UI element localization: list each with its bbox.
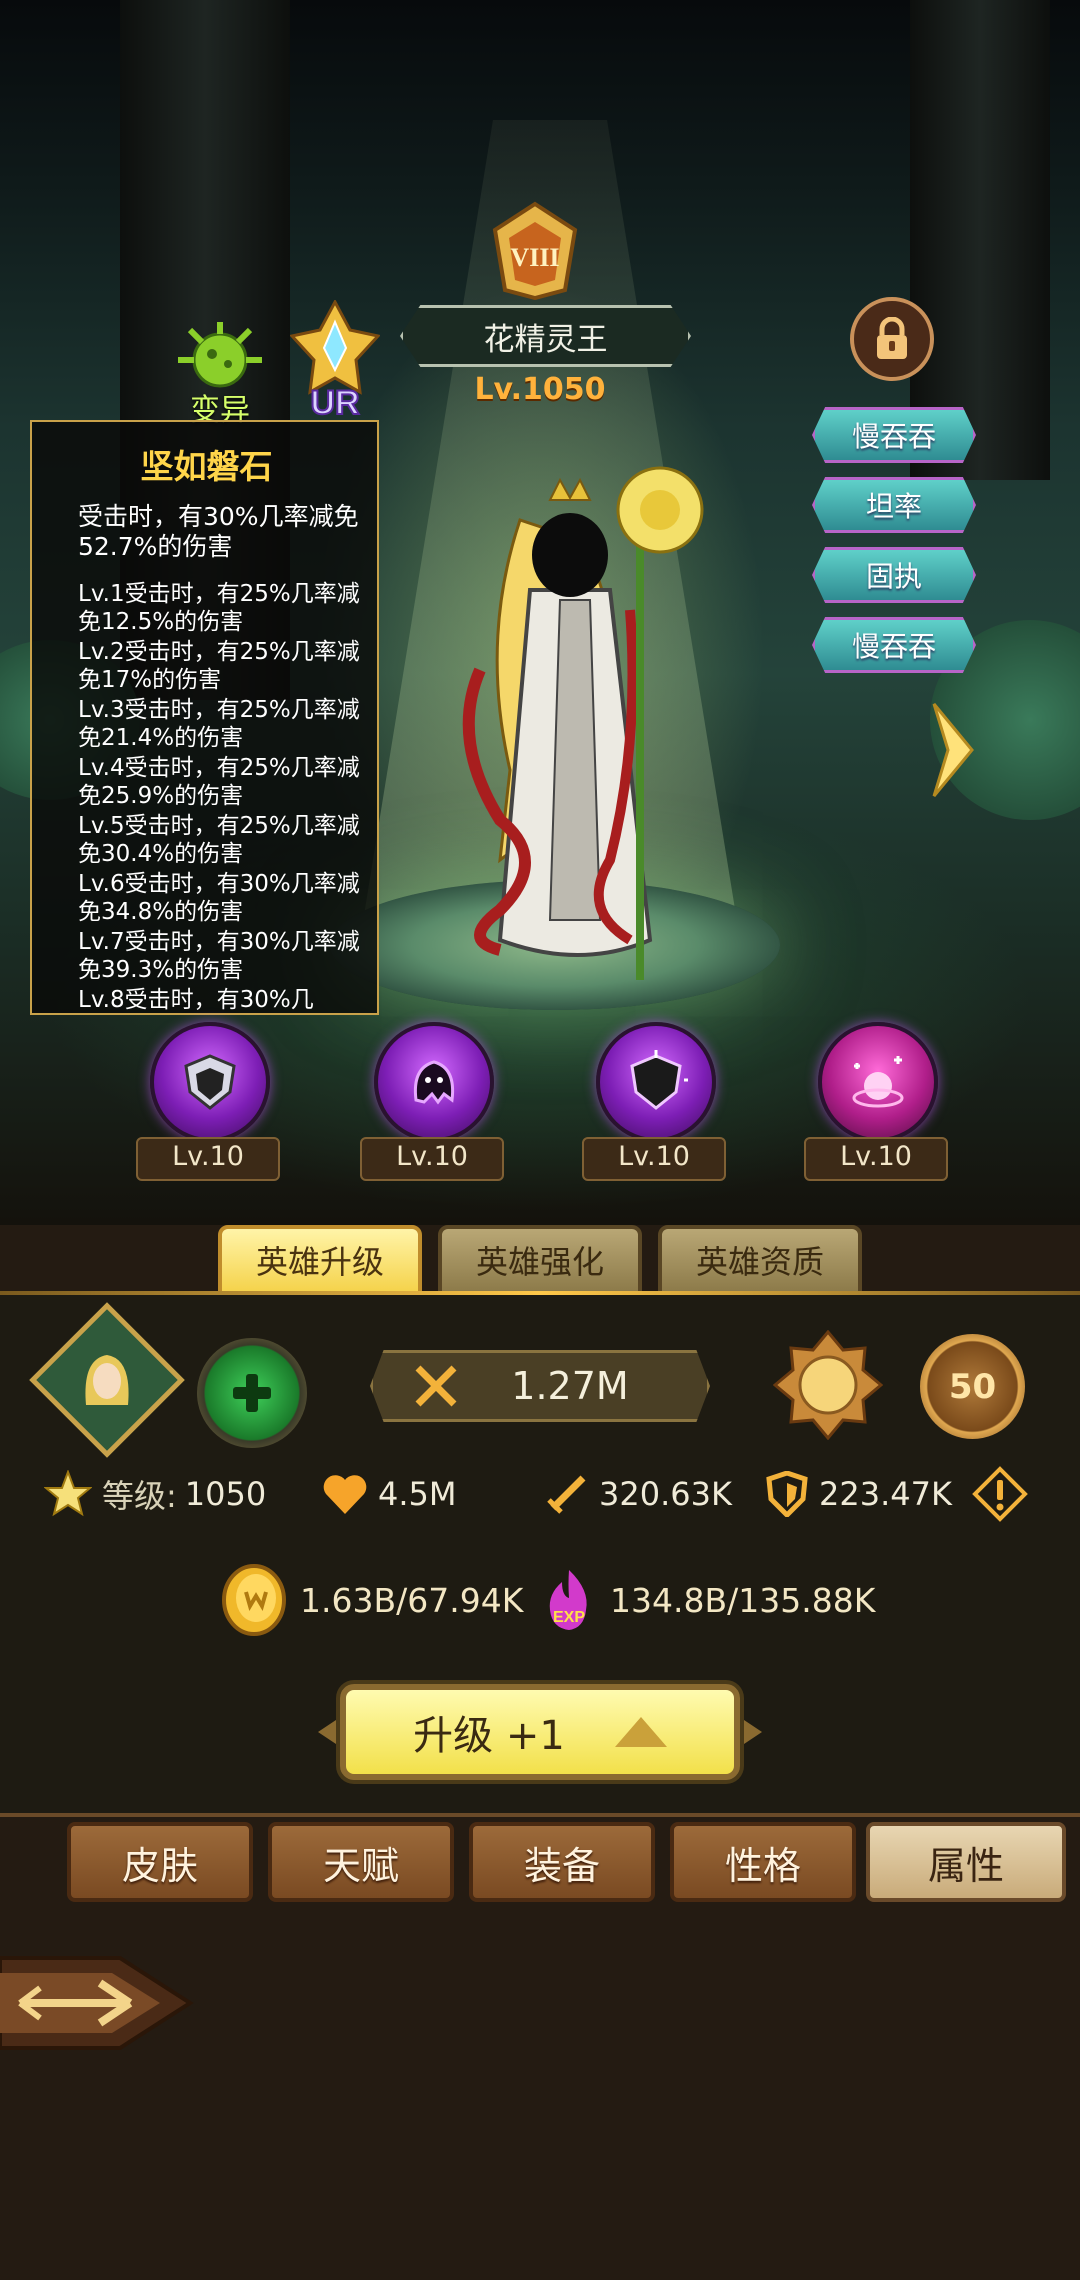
tab-attributes[interactable]: 属性 (866, 1822, 1066, 1902)
next-hero-arrow[interactable] (930, 700, 976, 800)
elf-portrait-icon (85, 1355, 129, 1405)
stat-level: 等级: 1050 (44, 1470, 266, 1518)
hero-name-plate: 花精灵王 (400, 305, 691, 367)
tab-talent[interactable]: 天赋 (268, 1822, 454, 1902)
stat-defense-value: 223.47K (819, 1475, 952, 1513)
stat-hp: 4.5M (322, 1470, 457, 1518)
tooltip-current-effect: 受击时，有30%几率减免52.7%的伤害 (78, 502, 359, 561)
svg-text:EXP: EXP (553, 1609, 585, 1626)
lock-icon (877, 317, 907, 359)
tab-hero-aptitude[interactable]: 英雄资质 (658, 1225, 862, 1295)
tab-label: 天赋 (322, 1843, 399, 1888)
tooltip-level-line: Lv.4受击时，有25%几率减免25.9%的伤害 (78, 755, 360, 809)
stat-level-key: 等级: (102, 1477, 177, 1515)
tab-label: 英雄升级 (255, 1243, 384, 1281)
tab-label: 皮肤 (121, 1843, 198, 1888)
bottom-divider (0, 1813, 1080, 1817)
skill-level-4: Lv.10 (804, 1137, 948, 1181)
hero-level: Lv.1050 (474, 372, 606, 407)
trait-label: 固执 (865, 560, 922, 593)
pink-orb-skill-icon (852, 1056, 904, 1108)
heart-hp-icon (323, 1475, 367, 1514)
shield-defense-icon (766, 1471, 808, 1517)
tab-label: 英雄资质 (695, 1243, 824, 1281)
tooltip-level-line: Lv.7受击时，有30%几率减免39.3%的伤害 (78, 929, 360, 983)
exp-cost: EXP 134.8B/135.88K (540, 1570, 876, 1630)
heal-plus-button[interactable] (197, 1338, 307, 1448)
gold-cost-value: 1.63B/67.94K (300, 1580, 524, 1620)
tab-label: 英雄强化 (475, 1243, 604, 1281)
trait-button-2[interactable]: 坦率 (812, 477, 976, 533)
skill-level-3: Lv.10 (582, 1137, 726, 1181)
trait-label: 慢吞吞 (851, 630, 936, 663)
rank-emblem: VIII (492, 201, 578, 300)
svg-text:UR: UR (310, 384, 359, 418)
skill-slot-1[interactable] (150, 1022, 270, 1142)
skill-slot-2[interactable] (374, 1022, 494, 1142)
sword-attack-icon (547, 1475, 586, 1514)
ur-rarity-badge: UR (290, 300, 380, 418)
stat-level-value: 1050 (184, 1475, 267, 1513)
tooltip-level-line: Lv.3受击时，有25%几率减免21.4%的伤害 (78, 697, 360, 751)
plus-icon (233, 1374, 271, 1412)
trait-label: 坦率 (865, 490, 922, 523)
crossed-swords-icon (415, 1365, 457, 1407)
svg-text:VIII: VIII (510, 243, 559, 272)
stat-defense: 223.47K (765, 1470, 952, 1518)
tab-label: 性格 (724, 1843, 801, 1888)
info-warning-icon[interactable] (972, 1466, 1028, 1522)
dark-shield-skill-icon (630, 1050, 688, 1110)
trait-label: 慢吞吞 (851, 420, 936, 453)
exp-cost-value: 134.8B/135.88K (610, 1580, 876, 1620)
tooltip-level-line: Lv.5受击时，有25%几率减免30.4%的伤害 (78, 813, 360, 867)
star-level-icon (44, 1470, 92, 1517)
skill-level-2: Lv.10 (360, 1137, 504, 1181)
level-50-label: 50 (948, 1366, 997, 1407)
tab-hero-enhance[interactable]: 英雄强化 (438, 1225, 642, 1295)
level-50-button[interactable]: 50 (920, 1334, 1025, 1439)
hero-name: 花精灵王 (483, 321, 608, 358)
upgrade-button[interactable]: 升级 +1 (340, 1684, 740, 1780)
tab-personality[interactable]: 性格 (670, 1822, 856, 1902)
skill-slot-3[interactable] (596, 1022, 716, 1142)
trait-button-1[interactable]: 慢吞吞 (812, 407, 976, 463)
gold-cost: 1.63B/67.94K (220, 1564, 524, 1636)
stat-attack: 320.63K (545, 1470, 732, 1518)
panel-divider (0, 1291, 1080, 1295)
upgrade-label: 升级 +1 (413, 1713, 565, 1759)
ghost-skill-icon (413, 1060, 455, 1105)
tooltip-level-line: Lv.6受击时，有30%几率减免34.8%的伤害 (78, 871, 360, 925)
tab-equipment[interactable]: 装备 (469, 1822, 655, 1902)
skill-tooltip: 坚如磐石 受击时，有30%几率减免52.7%的伤害 Lv.1受击时，有25%几率… (30, 420, 379, 1015)
back-button[interactable] (0, 1928, 195, 2078)
tab-hero-upgrade[interactable]: 英雄升级 (218, 1225, 422, 1295)
tab-skin[interactable]: 皮肤 (67, 1822, 253, 1902)
skill-slot-4[interactable] (818, 1022, 938, 1142)
combat-power-value: 1.27M (511, 1364, 629, 1408)
tooltip-level-line: Lv.8受击时，有30%几 (78, 987, 314, 1013)
tab-label: 装备 (523, 1843, 600, 1888)
skill-level-1: Lv.10 (136, 1137, 280, 1181)
trait-button-3[interactable]: 固执 (812, 547, 976, 603)
stat-attack-value: 320.63K (599, 1475, 732, 1513)
gold-coin-icon (222, 1564, 286, 1636)
shield-skill-icon (184, 1054, 236, 1110)
exp-flame-icon: EXP (549, 1570, 587, 1630)
hero-character (462, 466, 704, 980)
trait-button-4[interactable]: 慢吞吞 (812, 617, 976, 673)
stat-hp-value: 4.5M (378, 1475, 457, 1513)
tooltip-title: 坚如磐石 (140, 447, 273, 486)
lock-button[interactable] (850, 297, 934, 381)
tooltip-level-line: Lv.1受击时，有25%几率减免12.5%的伤害 (78, 581, 360, 635)
tooltip-level-line: Lv.2受击时，有25%几率减免17%的伤害 (78, 639, 360, 693)
tab-label: 属性 (927, 1843, 1004, 1888)
sun-emblem-button[interactable] (773, 1330, 883, 1440)
arrow-up-icon (614, 1717, 667, 1747)
